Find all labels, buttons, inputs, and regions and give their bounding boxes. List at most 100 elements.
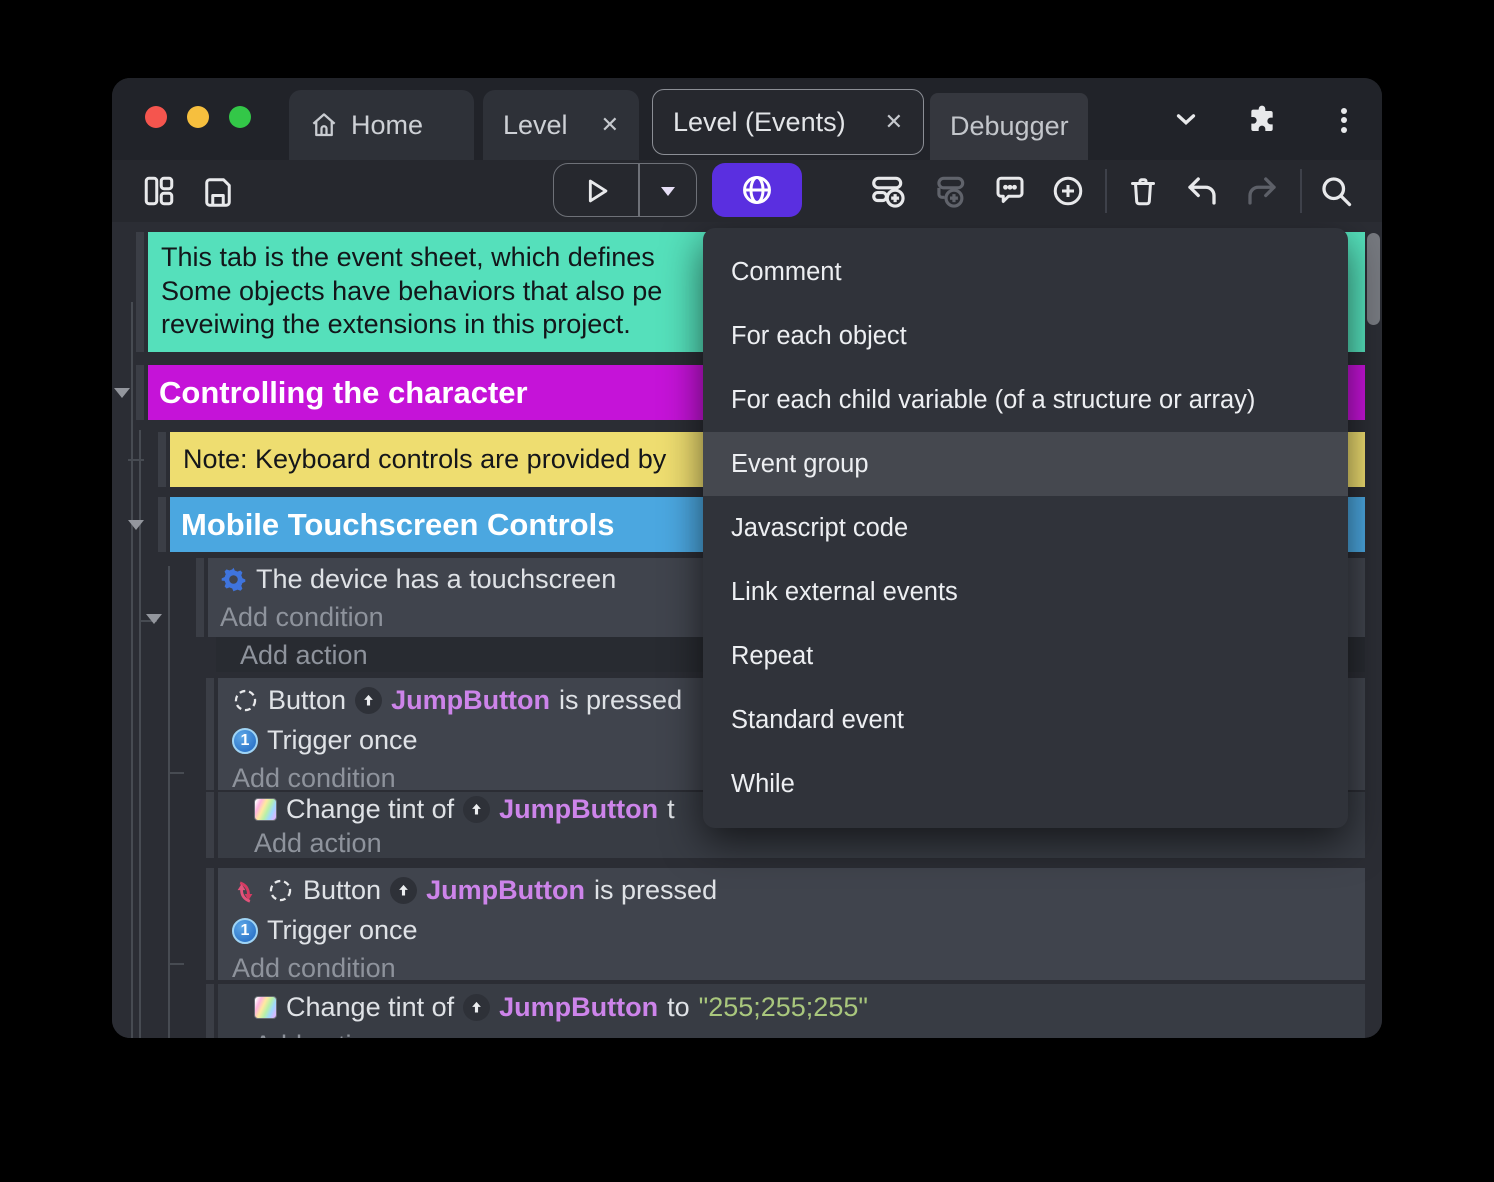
event-margin bbox=[158, 497, 166, 552]
tint-rainbow-icon bbox=[254, 996, 277, 1019]
indent-connector bbox=[168, 963, 184, 965]
condition-plugin-name: Button bbox=[268, 685, 347, 715]
event-sheet: This tab is the event sheet, which defin… bbox=[112, 222, 1382, 1038]
tab-debugger[interactable]: Debugger bbox=[930, 93, 1088, 160]
menu-item-standard-event[interactable]: Standard event bbox=[703, 688, 1348, 752]
tab-level-label: Level bbox=[503, 109, 568, 140]
tab-level[interactable]: Level ✕ bbox=[483, 90, 639, 160]
chevron-down-icon[interactable] bbox=[1169, 102, 1203, 136]
undo-icon[interactable] bbox=[1180, 169, 1224, 213]
button-plugin-icon bbox=[267, 877, 294, 904]
action-string-value: "255;255;255" bbox=[698, 992, 868, 1022]
save-icon[interactable] bbox=[196, 169, 240, 213]
main-toolbar bbox=[112, 160, 1382, 222]
tab-debugger-label: Debugger bbox=[950, 111, 1069, 141]
search-icon[interactable] bbox=[1314, 169, 1358, 213]
close-window-button[interactable] bbox=[145, 106, 167, 128]
redo-icon[interactable] bbox=[1240, 169, 1284, 213]
add-action-link[interactable]: Add action bbox=[240, 640, 368, 671]
add-action-link[interactable]: Add action bbox=[254, 1030, 382, 1038]
jumpbutton-object-icon bbox=[390, 877, 418, 904]
object-name: JumpButton bbox=[426, 875, 586, 905]
preview-globe-button[interactable] bbox=[712, 163, 802, 217]
tab-level-events[interactable]: Level (Events) ✕ bbox=[652, 89, 924, 155]
object-name: JumpButton bbox=[499, 992, 659, 1022]
preview-button-group bbox=[553, 163, 697, 217]
gear-icon bbox=[220, 566, 247, 593]
app-window: Home Level ✕ Level (Events) ✕ Debugger T… bbox=[112, 78, 1382, 1038]
event-margin bbox=[206, 678, 214, 790]
add-event-icon[interactable] bbox=[866, 169, 910, 213]
event-margin bbox=[158, 432, 166, 487]
event-margin bbox=[206, 792, 214, 858]
extensions-puzzle-icon[interactable] bbox=[1245, 102, 1279, 136]
tab-level-events-label: Level (Events) bbox=[673, 106, 846, 137]
vertical-scrollbar-thumb[interactable] bbox=[1367, 233, 1380, 325]
event-margin bbox=[136, 232, 144, 352]
add-circle-icon[interactable] bbox=[1046, 169, 1090, 213]
tab-level-close-icon[interactable]: ✕ bbox=[601, 114, 619, 136]
globe-icon bbox=[739, 172, 775, 208]
trigger-once-icon: 1 bbox=[232, 917, 258, 944]
tab-level-events-close-icon[interactable]: ✕ bbox=[885, 111, 903, 133]
indent-connector bbox=[128, 459, 144, 461]
event-margin bbox=[206, 984, 214, 1038]
menu-item-for-each-object[interactable]: For each object bbox=[703, 304, 1348, 368]
indent-connector bbox=[168, 772, 184, 774]
condition-suffix: is pressed bbox=[594, 875, 718, 905]
menu-item-comment[interactable]: Comment bbox=[703, 240, 1348, 304]
action-text: Change tint of bbox=[286, 794, 455, 824]
menu-item-repeat[interactable]: Repeat bbox=[703, 624, 1348, 688]
menu-item-event-group[interactable]: Event group bbox=[703, 432, 1348, 496]
menu-item-for-each-child-variable[interactable]: For each child variable (of a structure … bbox=[703, 368, 1348, 432]
add-comment-icon[interactable] bbox=[988, 169, 1032, 213]
delete-trash-icon[interactable] bbox=[1121, 169, 1165, 213]
menu-item-while[interactable]: While bbox=[703, 752, 1348, 816]
event-margin bbox=[196, 558, 204, 637]
add-condition-link[interactable]: Add condition bbox=[232, 953, 396, 984]
desktop-background: Home Level ✕ Level (Events) ✕ Debugger T… bbox=[0, 0, 1494, 1182]
kebab-menu-icon[interactable] bbox=[1327, 102, 1361, 136]
toolbar-divider bbox=[1300, 169, 1302, 213]
button-plugin-icon bbox=[232, 687, 259, 714]
titlebar: Home Level ✕ Level (Events) ✕ Debugger bbox=[112, 78, 1382, 160]
zoom-window-button[interactable] bbox=[229, 106, 251, 128]
trigger-once-text: Trigger once bbox=[267, 725, 418, 755]
tab-home[interactable]: Home bbox=[289, 90, 474, 160]
trigger-once-text: Trigger once bbox=[267, 915, 418, 945]
play-group-divider bbox=[638, 164, 640, 216]
add-sub-event-icon[interactable] bbox=[928, 169, 972, 213]
inverted-condition-icon bbox=[232, 878, 258, 904]
play-icon[interactable] bbox=[574, 169, 618, 213]
tint-rainbow-icon bbox=[254, 798, 277, 821]
note-text: Note: Keyboard controls are provided by bbox=[183, 444, 667, 474]
action-suffix: t bbox=[667, 794, 675, 824]
home-icon bbox=[309, 110, 339, 140]
event-jumpbutton-pressed-inverted[interactable]: Button JumpButton is pressed 1 Trigger o… bbox=[218, 868, 1365, 983]
add-action-link[interactable]: Add action bbox=[254, 828, 382, 859]
action-text: Change tint of bbox=[286, 992, 455, 1022]
indent-guide bbox=[168, 566, 170, 1038]
condition-plugin-name: Button bbox=[303, 875, 382, 905]
jumpbutton-object-icon bbox=[355, 687, 383, 714]
condition-suffix: is pressed bbox=[559, 685, 683, 715]
minimize-window-button[interactable] bbox=[187, 106, 209, 128]
play-dropdown-icon[interactable] bbox=[646, 169, 690, 213]
add-condition-link[interactable]: Add condition bbox=[232, 763, 396, 794]
add-condition-link[interactable]: Add condition bbox=[220, 602, 384, 633]
action-to: to bbox=[667, 992, 690, 1022]
jumpbutton-object-icon bbox=[463, 796, 491, 823]
collapse-arrow[interactable] bbox=[114, 388, 130, 398]
indent-guide bbox=[131, 302, 133, 1038]
object-name: JumpButton bbox=[499, 794, 659, 824]
action-change-tint-value[interactable]: Change tint of JumpButton to "255;255;25… bbox=[218, 984, 1365, 1038]
add-event-context-menu: Comment For each object For each child v… bbox=[703, 228, 1348, 828]
collapse-arrow[interactable] bbox=[146, 614, 162, 624]
event-margin bbox=[206, 868, 214, 980]
menu-item-javascript-code[interactable]: Javascript code bbox=[703, 496, 1348, 560]
object-name: JumpButton bbox=[391, 685, 551, 715]
layout-panels-icon[interactable] bbox=[137, 169, 181, 213]
collapse-arrow[interactable] bbox=[128, 520, 144, 530]
menu-item-link-external-events[interactable]: Link external events bbox=[703, 560, 1348, 624]
toolbar-divider bbox=[1105, 169, 1107, 213]
